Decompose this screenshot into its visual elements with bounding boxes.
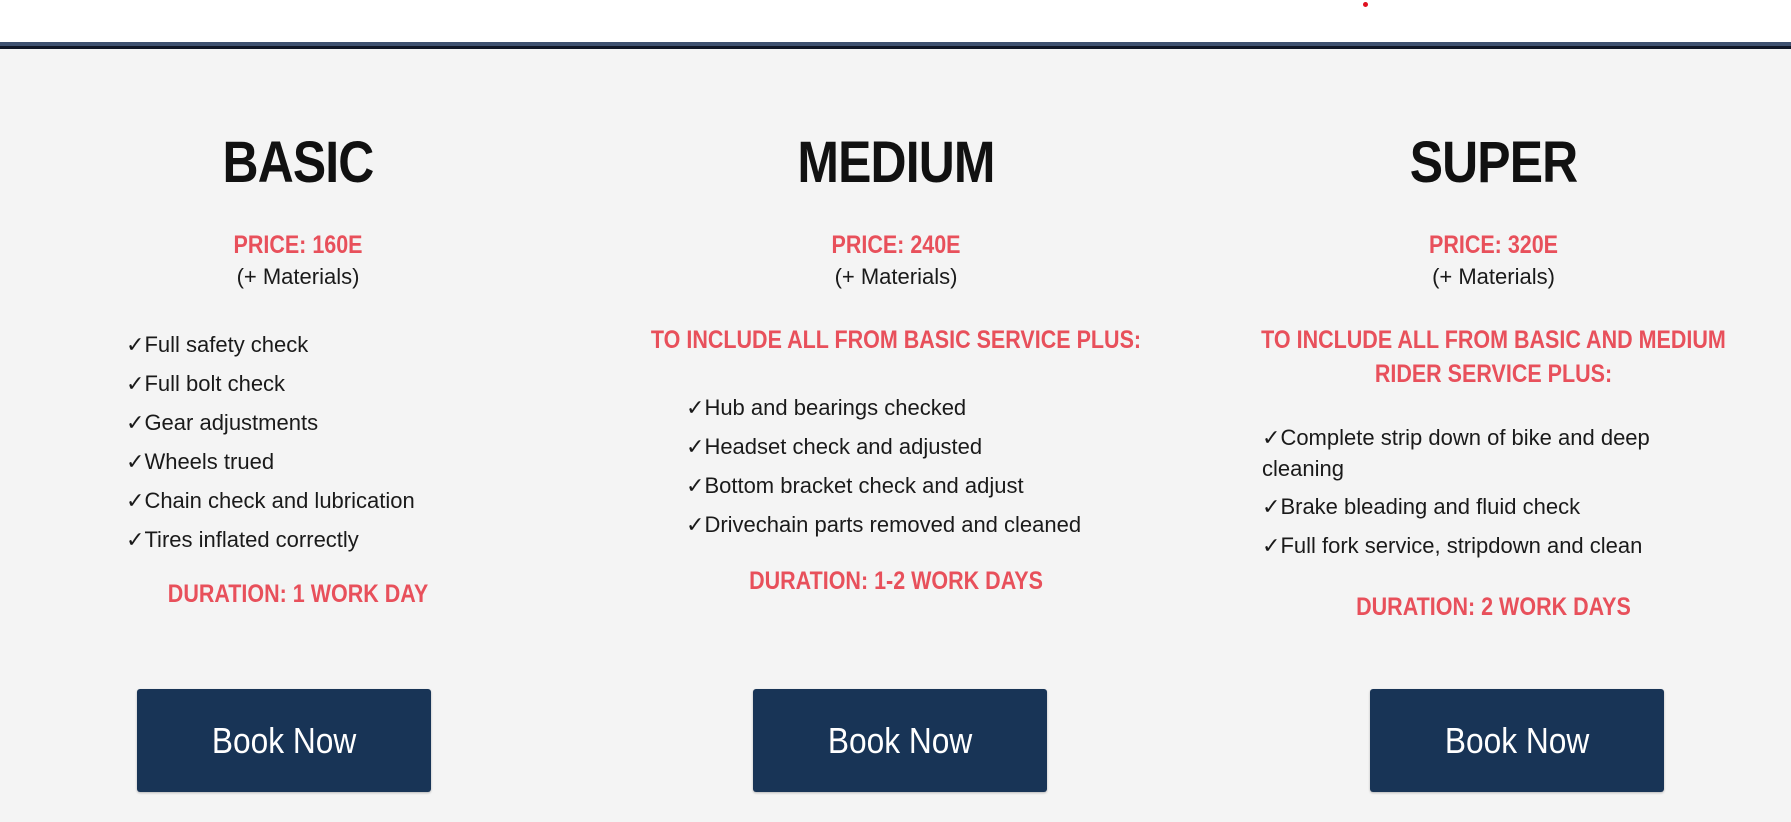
check-icon: ✓ (686, 396, 705, 421)
feature-item: ✓Headset check and adjusted (686, 434, 983, 460)
header-divider (0, 42, 1791, 49)
book-now-button-basic[interactable]: Book Now (137, 689, 431, 792)
check-icon: ✓ (686, 435, 705, 460)
check-icon: ✓ (126, 333, 145, 358)
plan-card-basic: BASIC PRICE: 160E (+ Materials) ✓Full sa… (0, 49, 596, 822)
plan-title: SUPER (1409, 130, 1578, 195)
check-icon: ✓ (126, 528, 145, 553)
feature-item: ✓Gear adjustments (126, 410, 319, 436)
plan-price: PRICE: 320E (1428, 231, 1559, 259)
feature-item: ✓Full safety check (126, 332, 309, 358)
plan-materials-note: (+ Materials) (236, 264, 360, 289)
check-icon: ✓ (686, 474, 705, 499)
plan-card-super: SUPER PRICE: 320E (+ Materials) TO INCLU… (1196, 49, 1791, 822)
check-icon: ✓ (1262, 495, 1281, 520)
plan-title: MEDIUM (797, 130, 995, 195)
feature-item: ✓Brake bleading and fluid check (1262, 494, 1581, 520)
plan-feature-list: ✓Hub and bearings checked ✓Headset check… (686, 389, 1081, 545)
plan-duration: DURATION: 2 WORK DAYS (1356, 593, 1631, 621)
plan-duration: DURATION: 1 WORK DAY (167, 580, 429, 608)
plan-title: BASIC (222, 130, 375, 195)
plan-materials-note: (+ Materials) (834, 264, 958, 289)
feature-item: ✓Drivechain parts removed and cleaned (686, 512, 1082, 538)
feature-item: ✓Wheels trued (126, 449, 275, 475)
site-header (0, 0, 1791, 42)
feature-item: ✓Full fork service, stripdown and clean (1262, 533, 1643, 559)
feature-item: ✓Bottom bracket check and adjust (686, 473, 1024, 499)
header-dot-decoration (1363, 2, 1368, 7)
plan-price: PRICE: 160E (233, 231, 363, 259)
feature-item: ✓Hub and bearings checked (686, 395, 967, 421)
check-icon: ✓ (1262, 426, 1281, 451)
check-icon: ✓ (126, 489, 145, 514)
feature-item: ✓Full bolt check (126, 371, 286, 397)
feature-item: ✓Complete strip down of bike and deep cl… (1262, 425, 1650, 481)
book-now-button-medium[interactable]: Book Now (753, 689, 1047, 792)
plan-feature-list: ✓Full safety check ✓Full bolt check ✓Gea… (126, 326, 415, 560)
book-now-button-super[interactable]: Book Now (1370, 689, 1664, 792)
check-icon: ✓ (126, 372, 145, 397)
plan-materials-note: (+ Materials) (1432, 264, 1555, 289)
plan-price: PRICE: 240E (831, 231, 961, 259)
feature-item: ✓Chain check and lubrication (126, 488, 415, 514)
check-icon: ✓ (126, 450, 145, 475)
plan-feature-list: ✓Complete strip down of bike and deep cl… (1262, 423, 1732, 562)
check-icon: ✓ (686, 513, 705, 538)
feature-item: ✓Tires inflated correctly (126, 527, 359, 553)
plan-card-medium: MEDIUM PRICE: 240E (+ Materials) TO INCL… (598, 49, 1194, 822)
plan-includes-heading: TO INCLUDE ALL FROM BASIC SERVICE PLUS: (650, 326, 1142, 354)
check-icon: ✓ (126, 411, 145, 436)
plan-includes-heading: TO INCLUDE ALL FROM BASIC AND MEDIUM RID… (1261, 326, 1726, 388)
plan-duration: DURATION: 1-2 WORK DAYS (749, 567, 1043, 595)
check-icon: ✓ (1262, 534, 1281, 559)
